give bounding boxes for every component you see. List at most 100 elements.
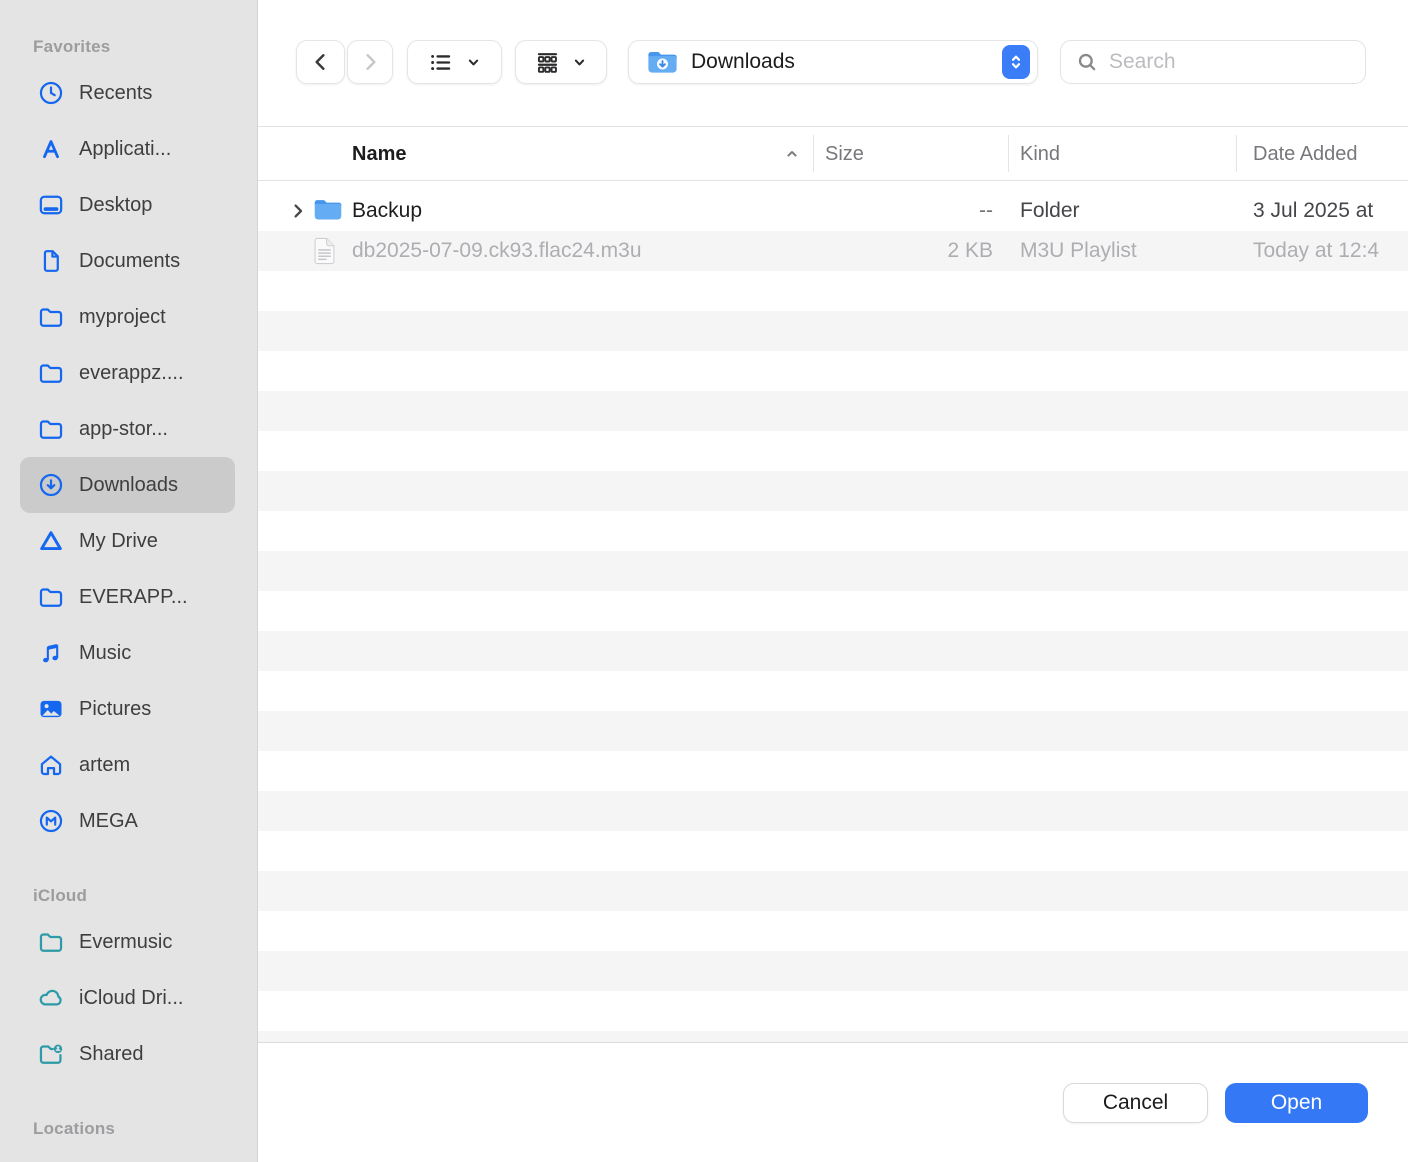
empty-row — [258, 671, 1408, 711]
sidebar-section-label-icloud: iCloud — [33, 885, 257, 907]
empty-row — [258, 831, 1408, 871]
group-grid-icon — [534, 49, 561, 76]
downloads-folder-icon — [646, 49, 679, 76]
magnifier-icon — [1075, 50, 1100, 75]
sidebar-item-label: everappz.... — [79, 362, 184, 385]
file-name: Backup — [352, 191, 792, 231]
document-icon — [36, 246, 66, 276]
empty-row — [258, 511, 1408, 551]
sidebar-item-documents[interactable]: Documents — [20, 233, 235, 289]
shared-folder-icon — [36, 1039, 66, 1069]
dialog-footer: Cancel Open — [258, 1042, 1408, 1162]
folder-outline-icon — [36, 302, 66, 332]
file-date-added: 3 Jul 2025 at — [1253, 191, 1408, 231]
folder-outline-icon — [36, 582, 66, 612]
sidebar-item-mega[interactable]: MEGA — [20, 793, 235, 849]
sidebar-item-app-stor[interactable]: app-stor... — [20, 401, 235, 457]
sidebar-item-myproject[interactable]: myproject — [20, 289, 235, 345]
sidebar-item-evermusic[interactable]: Evermusic — [20, 914, 235, 970]
folder-icon — [313, 197, 343, 223]
forward-button[interactable] — [347, 40, 393, 84]
view-mode-dropdown[interactable] — [407, 40, 502, 84]
cancel-button[interactable]: Cancel — [1063, 1083, 1208, 1123]
sidebar-item-label: app-stor... — [79, 418, 168, 441]
sidebar-item-everappz[interactable]: everappz.... — [20, 345, 235, 401]
empty-row — [258, 271, 1408, 311]
sidebar-item-label: Music — [79, 642, 131, 665]
mega-icon — [36, 806, 66, 836]
column-header-name[interactable]: Name — [352, 127, 406, 181]
folder-outline-icon — [36, 358, 66, 388]
column-divider — [1236, 135, 1237, 172]
empty-row — [258, 631, 1408, 671]
column-header-size[interactable]: Size — [825, 127, 864, 181]
sort-ascending-icon[interactable] — [780, 142, 804, 166]
toolbar: Downloads — [258, 0, 1408, 127]
sidebar-item-label: Downloads — [79, 474, 178, 497]
home-icon — [36, 750, 66, 780]
empty-row — [258, 391, 1408, 431]
sidebar-item-label: Applicati... — [79, 138, 171, 161]
search-input[interactable] — [1109, 50, 1353, 74]
download-circle-icon — [36, 470, 66, 500]
app-store-icon — [36, 134, 66, 164]
column-header-date-added[interactable]: Date Added — [1253, 127, 1358, 181]
empty-row — [258, 711, 1408, 751]
playlist-file-icon — [313, 237, 336, 265]
sidebar-item-shared[interactable]: Shared — [20, 1026, 235, 1082]
folder-outline-icon — [36, 927, 66, 957]
sidebar-item-desktop[interactable]: Desktop — [20, 177, 235, 233]
disclosure-chevron-icon[interactable] — [286, 199, 310, 223]
sidebar-item-downloads[interactable]: Downloads — [20, 457, 235, 513]
empty-row — [258, 311, 1408, 351]
list-bullets-icon — [427, 49, 454, 76]
empty-row — [258, 551, 1408, 591]
sidebar-item-label: My Drive — [79, 530, 158, 553]
empty-row — [258, 791, 1408, 831]
empty-row — [258, 471, 1408, 511]
file-size: -- — [813, 191, 993, 231]
sidebar-item-music[interactable]: Music — [20, 625, 235, 681]
folder-outline-icon — [36, 414, 66, 444]
sidebar-item-icloud-dri[interactable]: iCloud Dri... — [20, 970, 235, 1026]
current-folder-label: Downloads — [691, 50, 795, 74]
sidebar-item-label: Recents — [79, 82, 152, 105]
sidebar-item-pictures[interactable]: Pictures — [20, 681, 235, 737]
file-kind: Folder — [1020, 191, 1080, 231]
sidebar-item-label: iCloud Dri... — [79, 987, 183, 1010]
empty-row — [258, 351, 1408, 391]
list-top-spacer — [258, 181, 1408, 191]
column-header-kind[interactable]: Kind — [1020, 127, 1060, 181]
sidebar-item-recents[interactable]: Recents — [20, 65, 235, 121]
empty-row — [258, 751, 1408, 791]
column-divider — [813, 135, 814, 172]
file-row-db2025-07-09-ck93-flac24-m3u[interactable]: db2025-07-09.ck93.flac24.m3u2 KBM3U Play… — [258, 231, 1408, 271]
chevron-right-icon — [357, 49, 383, 75]
sidebar-item-label: MEGA — [79, 810, 138, 833]
up-down-chevrons-icon — [1002, 45, 1030, 79]
file-date-added: Today at 12:4 — [1253, 231, 1408, 271]
sidebar-item-label: Shared — [79, 1043, 144, 1066]
back-button[interactable] — [296, 40, 345, 84]
sidebar-item-label: Desktop — [79, 194, 152, 217]
empty-row — [258, 431, 1408, 471]
sidebar-item-applicati[interactable]: Applicati... — [20, 121, 235, 177]
desktop-icon — [36, 190, 66, 220]
sidebar-item-label: Evermusic — [79, 931, 172, 954]
sidebar-item-everapp[interactable]: EVERAPP... — [20, 569, 235, 625]
file-row-backup[interactable]: Backup -- Folder 3 Jul 2025 at — [258, 191, 1408, 231]
column-divider — [1008, 135, 1009, 172]
sidebar-item-label: EVERAPP... — [79, 586, 188, 609]
empty-row — [258, 871, 1408, 911]
sidebar-item-my-drive[interactable]: My Drive — [20, 513, 235, 569]
current-folder-dropdown[interactable]: Downloads — [628, 40, 1038, 84]
photo-icon — [36, 694, 66, 724]
sidebar-section-label-locations: Locations — [33, 1118, 257, 1140]
search-field[interactable] — [1060, 40, 1366, 84]
sidebar-item-artem[interactable]: artem — [20, 737, 235, 793]
group-by-dropdown[interactable] — [515, 40, 607, 84]
table-header: Name Size Kind Date Added — [258, 127, 1408, 181]
sidebar-item-label: myproject — [79, 306, 166, 329]
empty-row — [258, 591, 1408, 631]
open-button[interactable]: Open — [1225, 1083, 1368, 1123]
